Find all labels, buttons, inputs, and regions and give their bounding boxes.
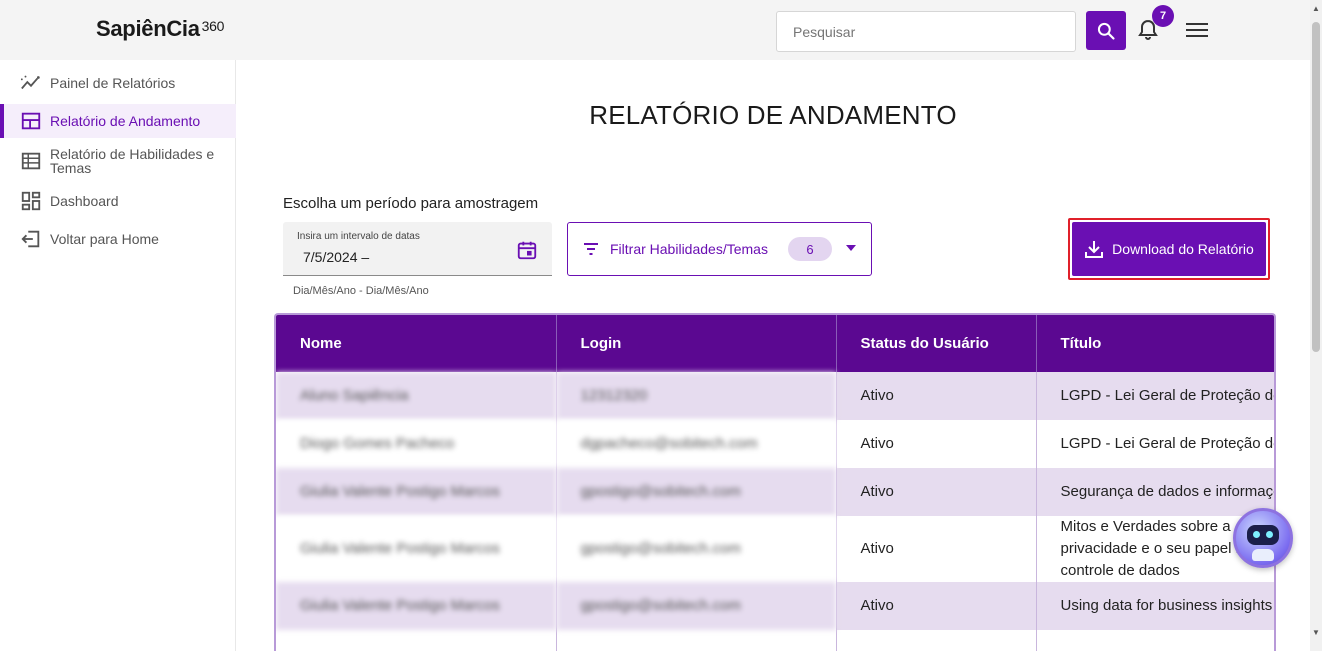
column-header-titulo[interactable]: Título	[1036, 315, 1274, 372]
cell-titulo: LGPD - Lei Geral de Proteção de Dados	[1036, 372, 1274, 420]
cell-titulo: Using data for business insights	[1036, 582, 1274, 630]
table-row[interactable]: Giulia Valente Postigo Marcos gpostigo@s…	[276, 516, 1274, 582]
cell-nome: Giulia Valente Postigo Marcos	[276, 468, 557, 516]
logo-suffix: 360	[201, 18, 225, 34]
table-row[interactable]	[276, 630, 1274, 651]
date-range-field[interactable]: Insira um intervalo de datas 7/5/2024 –	[283, 222, 552, 276]
date-range-value[interactable]: 7/5/2024 –	[303, 249, 369, 265]
filter-icon	[584, 243, 598, 255]
exit-icon	[21, 230, 40, 248]
notification-badge: 7	[1152, 5, 1174, 27]
sidebar-item-habilidades[interactable]: Relatório de Habilidades e Temas	[0, 146, 236, 176]
cell-nome: Giulia Valente Postigo Marcos	[276, 582, 557, 630]
sidebar-item-label: Relatório de Habilidades e Temas	[50, 146, 215, 176]
date-range-hint: Dia/Mês/Ano - Dia/Mês/Ano	[293, 285, 429, 297]
sidebar-item-label: Dashboard	[50, 193, 119, 209]
search-button[interactable]	[1086, 11, 1126, 50]
column-header-login[interactable]: Login	[556, 315, 837, 372]
cell-empty	[276, 630, 557, 651]
cell-status: Ativo	[836, 582, 1037, 630]
bot-face	[1247, 525, 1279, 545]
cell-status: Ativo	[836, 420, 1037, 468]
download-icon	[1085, 241, 1104, 258]
sidebar-item-andamento[interactable]: Relatório de Andamento	[0, 104, 236, 138]
filter-label: Filtrar Habilidades/Temas	[610, 241, 768, 257]
top-header: SapiênCia360 7	[0, 0, 1310, 60]
cell-nome: Aluno Sapiência	[276, 372, 557, 420]
date-range-label: Insira um intervalo de datas	[297, 231, 420, 242]
sidebar-item-painel[interactable]: Painel de Relatórios	[0, 70, 236, 96]
cell-empty	[836, 630, 1037, 651]
bot-eye	[1253, 531, 1260, 538]
column-header-nome[interactable]: Nome	[276, 315, 557, 372]
cell-login: dgpacheco@sobitech.com	[556, 420, 837, 468]
sidebar: Painel de Relatórios Relatório de Andame…	[0, 60, 236, 651]
cell-status: Ativo	[836, 516, 1037, 582]
cell-login: gpostigo@sobitech.com	[556, 516, 837, 582]
scroll-down-arrow-icon[interactable]: ▼	[1312, 628, 1320, 637]
chatbot-assistant-icon[interactable]	[1233, 508, 1293, 568]
download-label: Download do Relatório	[1112, 241, 1254, 257]
trend-icon	[20, 75, 40, 90]
table-header-row: Nome Login Status do Usuário Título	[276, 315, 1274, 372]
table-row[interactable]: Diogo Gomes Pacheco dgpacheco@sobitech.c…	[276, 420, 1274, 468]
bot-eye	[1266, 531, 1273, 538]
cell-titulo: LGPD - Lei Geral de Proteção de Dados	[1036, 420, 1274, 468]
cell-empty	[1036, 630, 1274, 651]
filter-skills-button[interactable]: Filtrar Habilidades/Temas 6	[567, 222, 872, 276]
scroll-up-arrow-icon[interactable]: ▲	[1312, 4, 1320, 13]
chevron-down-icon	[846, 245, 856, 251]
logo-text: SapiênCia	[96, 16, 200, 41]
column-header-status[interactable]: Status do Usuário	[836, 315, 1037, 372]
sidebar-item-dashboard[interactable]: Dashboard	[0, 188, 236, 214]
app-logo[interactable]: SapiênCia 360	[96, 16, 224, 42]
sidebar-item-label: Voltar para Home	[50, 231, 159, 247]
cell-login: gpostigo@sobitech.com	[556, 468, 837, 516]
cell-status: Ativo	[836, 372, 1037, 420]
table-icon	[21, 152, 41, 170]
table-row[interactable]: Giulia Valente Postigo Marcos gpostigo@s…	[276, 582, 1274, 630]
table-row[interactable]: Giulia Valente Postigo Marcos gpostigo@s…	[276, 468, 1274, 516]
cell-titulo: Segurança de dados e informações	[1036, 468, 1274, 516]
hamburger-menu-icon[interactable]	[1186, 22, 1208, 38]
sidebar-item-home[interactable]: Voltar para Home	[0, 226, 236, 252]
sidebar-item-label: Relatório de Andamento	[50, 113, 201, 129]
progress-table: Nome Login Status do Usuário Título Alun…	[274, 313, 1276, 651]
cell-login: 12312320	[556, 372, 837, 420]
download-highlight: Download do Relatório	[1068, 218, 1270, 280]
calendar-icon[interactable]	[516, 239, 538, 261]
page-scrollbar[interactable]: ▲ ▼	[1310, 0, 1322, 651]
download-report-button[interactable]: Download do Relatório	[1072, 222, 1266, 276]
period-label: Escolha um período para amostragem	[283, 195, 539, 212]
cell-nome: Diogo Gomes Pacheco	[276, 420, 557, 468]
table-row[interactable]: Aluno Sapiência 12312320 Ativo LGPD - Le…	[276, 372, 1274, 420]
search-icon	[1097, 22, 1115, 40]
bot-body	[1252, 549, 1274, 561]
search-input[interactable]	[776, 11, 1076, 52]
cell-status: Ativo	[836, 468, 1037, 516]
scroll-thumb[interactable]	[1312, 22, 1320, 352]
cell-login: gpostigo@sobitech.com	[556, 582, 837, 630]
layout-icon	[21, 112, 41, 130]
dashboard-icon	[21, 191, 41, 211]
sidebar-item-label: Painel de Relatórios	[50, 75, 176, 91]
cell-empty	[556, 630, 837, 651]
page-title: RELATÓRIO DE ANDAMENTO	[589, 100, 957, 130]
progress-table-grid: Nome Login Status do Usuário Título Alun…	[276, 315, 1274, 651]
filter-count-badge: 6	[788, 237, 832, 261]
cell-nome: Giulia Valente Postigo Marcos	[276, 516, 557, 582]
